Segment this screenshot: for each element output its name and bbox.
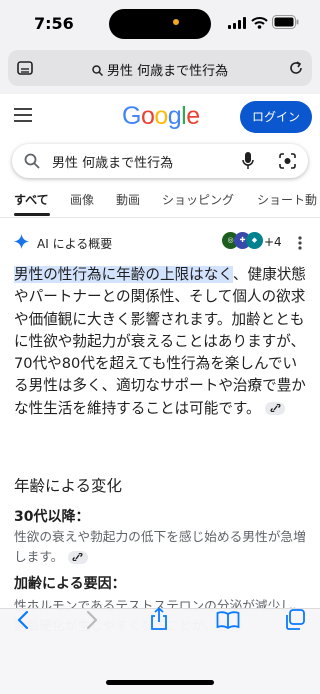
recording-indicator (173, 19, 179, 25)
bookmarks-icon[interactable] (216, 611, 240, 629)
logo-letter: e (186, 102, 200, 130)
tab-shopping[interactable]: ショッピング (162, 191, 234, 208)
tabs-icon[interactable] (17, 61, 33, 75)
dynamic-island (109, 9, 211, 39)
tabs-overview-icon[interactable] (284, 609, 306, 631)
summary-text: 、健康状態やパートナーとの関係性、そして個人の欲求や価値観に大きく影響されます。… (14, 266, 306, 417)
active-tab-indicator (14, 213, 50, 216)
more-options-icon[interactable] (298, 236, 302, 250)
ai-overview-summary: 男性の性行為に年齢の上限はなく、健康状態やパートナーとの関係性、そして個人の欲求… (14, 264, 310, 420)
sources-more-count[interactable]: +4 (264, 235, 282, 249)
menu-icon[interactable] (14, 108, 32, 122)
ai-sparkle-icon (14, 234, 29, 249)
logo-letter: o (140, 102, 155, 130)
ai-overview-label: AI による概要 (37, 237, 113, 251)
google-logo[interactable]: Google (122, 102, 200, 131)
tab-videos[interactable]: 動画 (116, 191, 140, 208)
back-icon[interactable] (17, 610, 29, 630)
battery-icon (272, 15, 299, 29)
tabs-divider (0, 217, 320, 218)
tab-all[interactable]: すべて (14, 191, 49, 208)
source-link-icon[interactable] (67, 550, 88, 564)
lens-camera-icon[interactable] (279, 153, 296, 169)
logo-letter: G (122, 102, 141, 130)
status-time: 7:56 (34, 14, 74, 33)
logo-letter: g (167, 102, 182, 130)
wifi-icon (251, 17, 268, 29)
forward-icon[interactable] (86, 610, 98, 630)
source-link-icon[interactable] (265, 402, 286, 416)
tab-images[interactable]: 画像 (70, 191, 94, 208)
address-bar-text[interactable]: 男性 何歳まで性行為 (60, 60, 260, 79)
subsection-title: 加齢による要因： (14, 576, 126, 592)
cellular-signal-icon (228, 17, 246, 29)
source-favicon[interactable]: ◆ (246, 232, 263, 249)
highlighted-answer: 男性の性行為に年齢の上限はなく (14, 266, 233, 283)
section-heading: 年齢による変化 (14, 477, 123, 495)
share-icon[interactable] (150, 607, 168, 631)
search-input[interactable]: 男性 何歳まで性行為 (52, 152, 173, 171)
home-indicator (106, 680, 214, 685)
subsection-text: 性欲の衰えや勃起力の低下を感じ始める男性が急増します。 (14, 527, 314, 566)
search-icon (24, 153, 40, 169)
reload-icon[interactable] (288, 60, 304, 76)
search-icon (92, 65, 103, 77)
subsection-title: 30代以降： (14, 509, 90, 525)
url-text: 男性 何歳まで性行為 (107, 64, 229, 79)
subsection-body: 性欲の衰えや勃起力の低下を感じ始める男性が急増します。 (14, 529, 306, 564)
tab-shorts[interactable]: ショート動 (257, 191, 317, 208)
microphone-icon[interactable] (242, 152, 254, 170)
login-button[interactable]: ログイン (240, 101, 312, 133)
logo-letter: o (154, 102, 168, 130)
